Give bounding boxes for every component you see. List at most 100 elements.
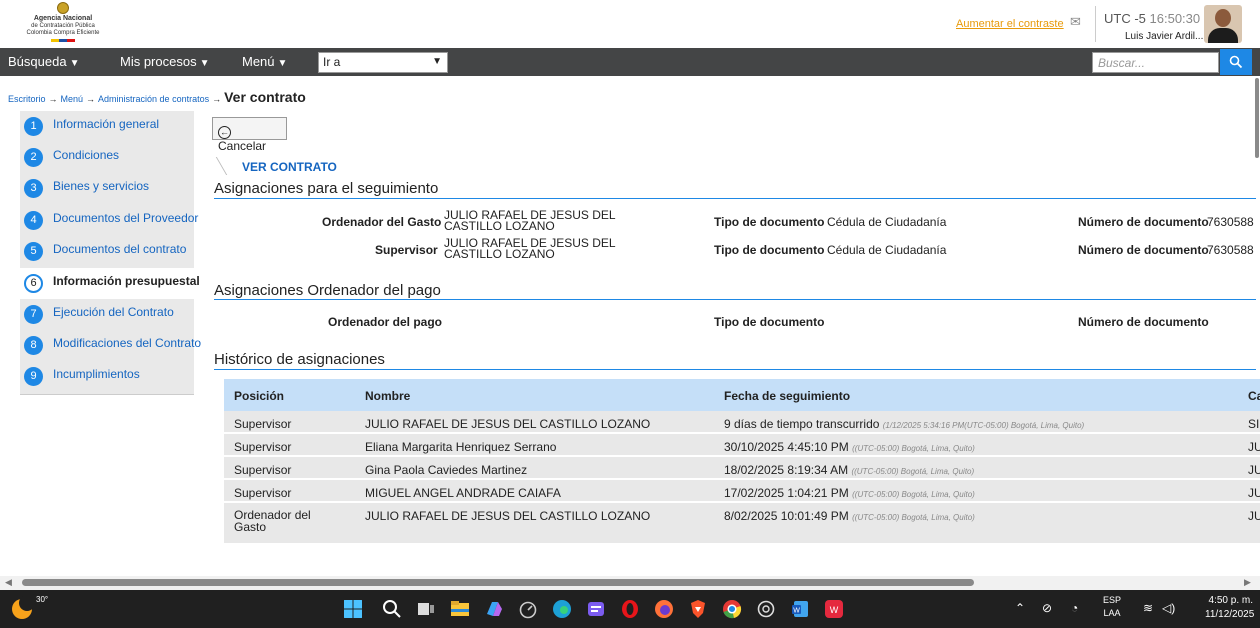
search-button[interactable] — [1220, 49, 1252, 75]
word-icon[interactable]: W — [790, 599, 810, 619]
main-nav: Búsqueda ▼ Mis procesos ▼ Menú ▼ — [0, 48, 1260, 76]
logo-line3: Colombia Compra Eficiente — [26, 30, 100, 36]
doc-type-label: Tipo de documento — [714, 215, 825, 229]
step-item-6[interactable]: 6 Información presupuestal — [20, 268, 200, 299]
step-number: 1 — [24, 117, 43, 136]
tab-ver-contrato[interactable]: VER CONTRATO — [242, 160, 337, 174]
chevron-up-icon[interactable]: ⌃ — [1015, 601, 1025, 615]
timezone-text: ((UTC-05:00) Bogotá, Lima, Quito) — [851, 467, 975, 476]
svg-text:W: W — [830, 605, 839, 615]
scroll-right-icon[interactable]: ▶ — [1244, 577, 1251, 588]
brave-icon[interactable] — [688, 599, 708, 619]
scrollbar-thumb[interactable] — [22, 579, 974, 586]
copilot-icon[interactable] — [484, 599, 504, 619]
col-nombre[interactable]: Nombre — [365, 389, 410, 403]
coat-of-arms-icon — [57, 2, 69, 14]
cell-nombre: MIGUEL ANGEL ANDRADE CAIAFA — [365, 486, 561, 500]
name-line2: CASTILLO LOZANO — [444, 247, 555, 261]
doc-type-label: Tipo de documento — [714, 243, 825, 257]
doc-num-value: 7630588 — [1207, 215, 1254, 229]
flag-stripe — [51, 39, 75, 42]
mail-icon[interactable]: ✉ — [1070, 15, 1086, 28]
scroll-left-icon[interactable]: ◀ — [5, 577, 12, 588]
section-divider — [214, 198, 1256, 199]
file-explorer-icon[interactable] — [450, 599, 470, 619]
step-number: 2 — [24, 148, 43, 167]
nav-mis-procesos[interactable]: Mis procesos ▼ — [120, 54, 209, 69]
doc-type-value: Cédula de Ciudadanía — [827, 215, 947, 229]
step-item-8[interactable]: 8 Modificaciones del Contrato — [20, 330, 201, 361]
os-taskbar: 30° W W ⌃ ⊘ ◔ ESP LAA ≋ ◁) 4:50 p. m. 11/1… — [0, 590, 1260, 628]
windows-start-icon[interactable] — [343, 599, 363, 619]
chatgpt-icon[interactable] — [756, 599, 776, 619]
agency-logo[interactable]: Agencia Nacional de Contratación Pública… — [6, 2, 120, 44]
step-item-4[interactable]: 4 Documentos del Proveedor — [20, 205, 198, 236]
chevron-down-icon: ▼ — [432, 56, 442, 67]
increase-contrast-link[interactable]: Aumentar el contraste — [956, 18, 1064, 30]
tasks-app-icon[interactable] — [586, 599, 606, 619]
search-icon — [1229, 55, 1243, 69]
step-item-5[interactable]: 5 Documentos del contrato — [20, 236, 194, 267]
col-fecha[interactable]: Fecha de seguimiento — [724, 389, 850, 403]
horizontal-scrollbar[interactable]: ◀ ▶ — [0, 576, 1260, 590]
nav-mis-procesos-label: Mis procesos — [120, 54, 197, 69]
section-divider — [214, 369, 1256, 370]
volume-icon[interactable]: ◁) — [1162, 601, 1175, 615]
wps-office-icon[interactable]: W — [824, 599, 844, 619]
server-clock: UTC -5 16:50:30 — [1104, 11, 1200, 26]
nav-menu[interactable]: Menú ▼ — [242, 54, 287, 69]
breadcrumb-separator: → — [86, 94, 96, 104]
step-number: 9 — [24, 367, 43, 386]
step-item-9[interactable]: 9 Incumplimientos — [20, 361, 194, 392]
weather-widget[interactable]: 30° — [12, 595, 48, 619]
search-input[interactable]: Buscar... — [1092, 52, 1219, 73]
wifi-icon[interactable]: ≋ — [1143, 601, 1153, 615]
header-divider — [1095, 6, 1096, 42]
doc-num-label: Número de documento — [1078, 243, 1209, 257]
step-number: 4 — [24, 211, 43, 230]
step-item-3[interactable]: 3 Bienes y servicios — [20, 173, 194, 204]
firefox-icon[interactable] — [654, 599, 674, 619]
vertical-scrollbar[interactable] — [1255, 78, 1259, 158]
nav-busqueda-label: Búsqueda — [8, 54, 67, 69]
section-divider — [214, 299, 1256, 300]
step-label: Ejecución del Contrato — [53, 305, 174, 319]
goto-select[interactable]: Ir a ▼ — [318, 52, 448, 73]
col-cargo[interactable]: Ca — [1248, 389, 1260, 403]
breadcrumb-escritorio[interactable]: Escritorio — [8, 94, 46, 104]
assignee-name: JULIO RAFAEL DE JESUS DEL CASTILLO LOZANO — [444, 209, 616, 232]
opera-icon[interactable] — [620, 599, 640, 619]
step-label: Incumplimientos — [53, 367, 140, 381]
step-label: Modificaciones del Contrato — [53, 336, 202, 350]
breadcrumb-menu[interactable]: Menú — [61, 94, 84, 104]
language-indicator[interactable]: ESP LAA — [1103, 594, 1121, 620]
taskbar-clock[interactable]: 4:50 p. m. 11/12/2025 — [1205, 594, 1254, 622]
edge-icon[interactable] — [552, 599, 572, 619]
cell-posicion: Supervisor — [234, 463, 292, 477]
chevron-down-icon: ▼ — [69, 58, 80, 69]
cancel-button[interactable]: ←Cancelar — [212, 117, 287, 153]
step-item-7[interactable]: 7 Ejecución del Contrato — [20, 299, 194, 330]
role-label: Supervisor — [375, 243, 438, 257]
speedometer-icon[interactable] — [518, 599, 538, 619]
col-posicion[interactable]: Posición — [234, 389, 284, 403]
page-title: Ver contrato — [224, 89, 306, 105]
breadcrumb-admin-contratos[interactable]: Administración de contratos — [98, 94, 209, 104]
doc-type-label: Tipo de documento — [714, 315, 825, 329]
cell-posicion: Supervisor — [234, 440, 292, 454]
posicion-line2: Gasto — [234, 520, 267, 534]
role-label: Ordenador del pago — [328, 315, 443, 329]
sync-off-icon[interactable]: ⊘ — [1042, 601, 1052, 615]
step-item-1[interactable]: 1 Información general — [20, 111, 194, 142]
copilot-tray-icon[interactable]: ◔ — [1071, 601, 1078, 615]
user-name[interactable]: Luis Javier Ardil... — [1125, 31, 1203, 42]
avatar[interactable] — [1204, 5, 1242, 43]
step-item-2[interactable]: 2 Condiciones — [20, 142, 194, 173]
doc-num-label: Número de documento — [1078, 215, 1209, 229]
table-row: Supervisor JULIO RAFAEL DE JESUS DEL CAS… — [224, 411, 1260, 433]
search-icon[interactable] — [382, 599, 402, 619]
nav-busqueda[interactable]: Búsqueda ▼ — [8, 54, 79, 69]
table-row: Supervisor MIGUEL ANGEL ANDRADE CAIAFA 1… — [224, 480, 1260, 502]
chrome-icon[interactable] — [722, 599, 742, 619]
task-view-icon[interactable] — [416, 599, 436, 619]
